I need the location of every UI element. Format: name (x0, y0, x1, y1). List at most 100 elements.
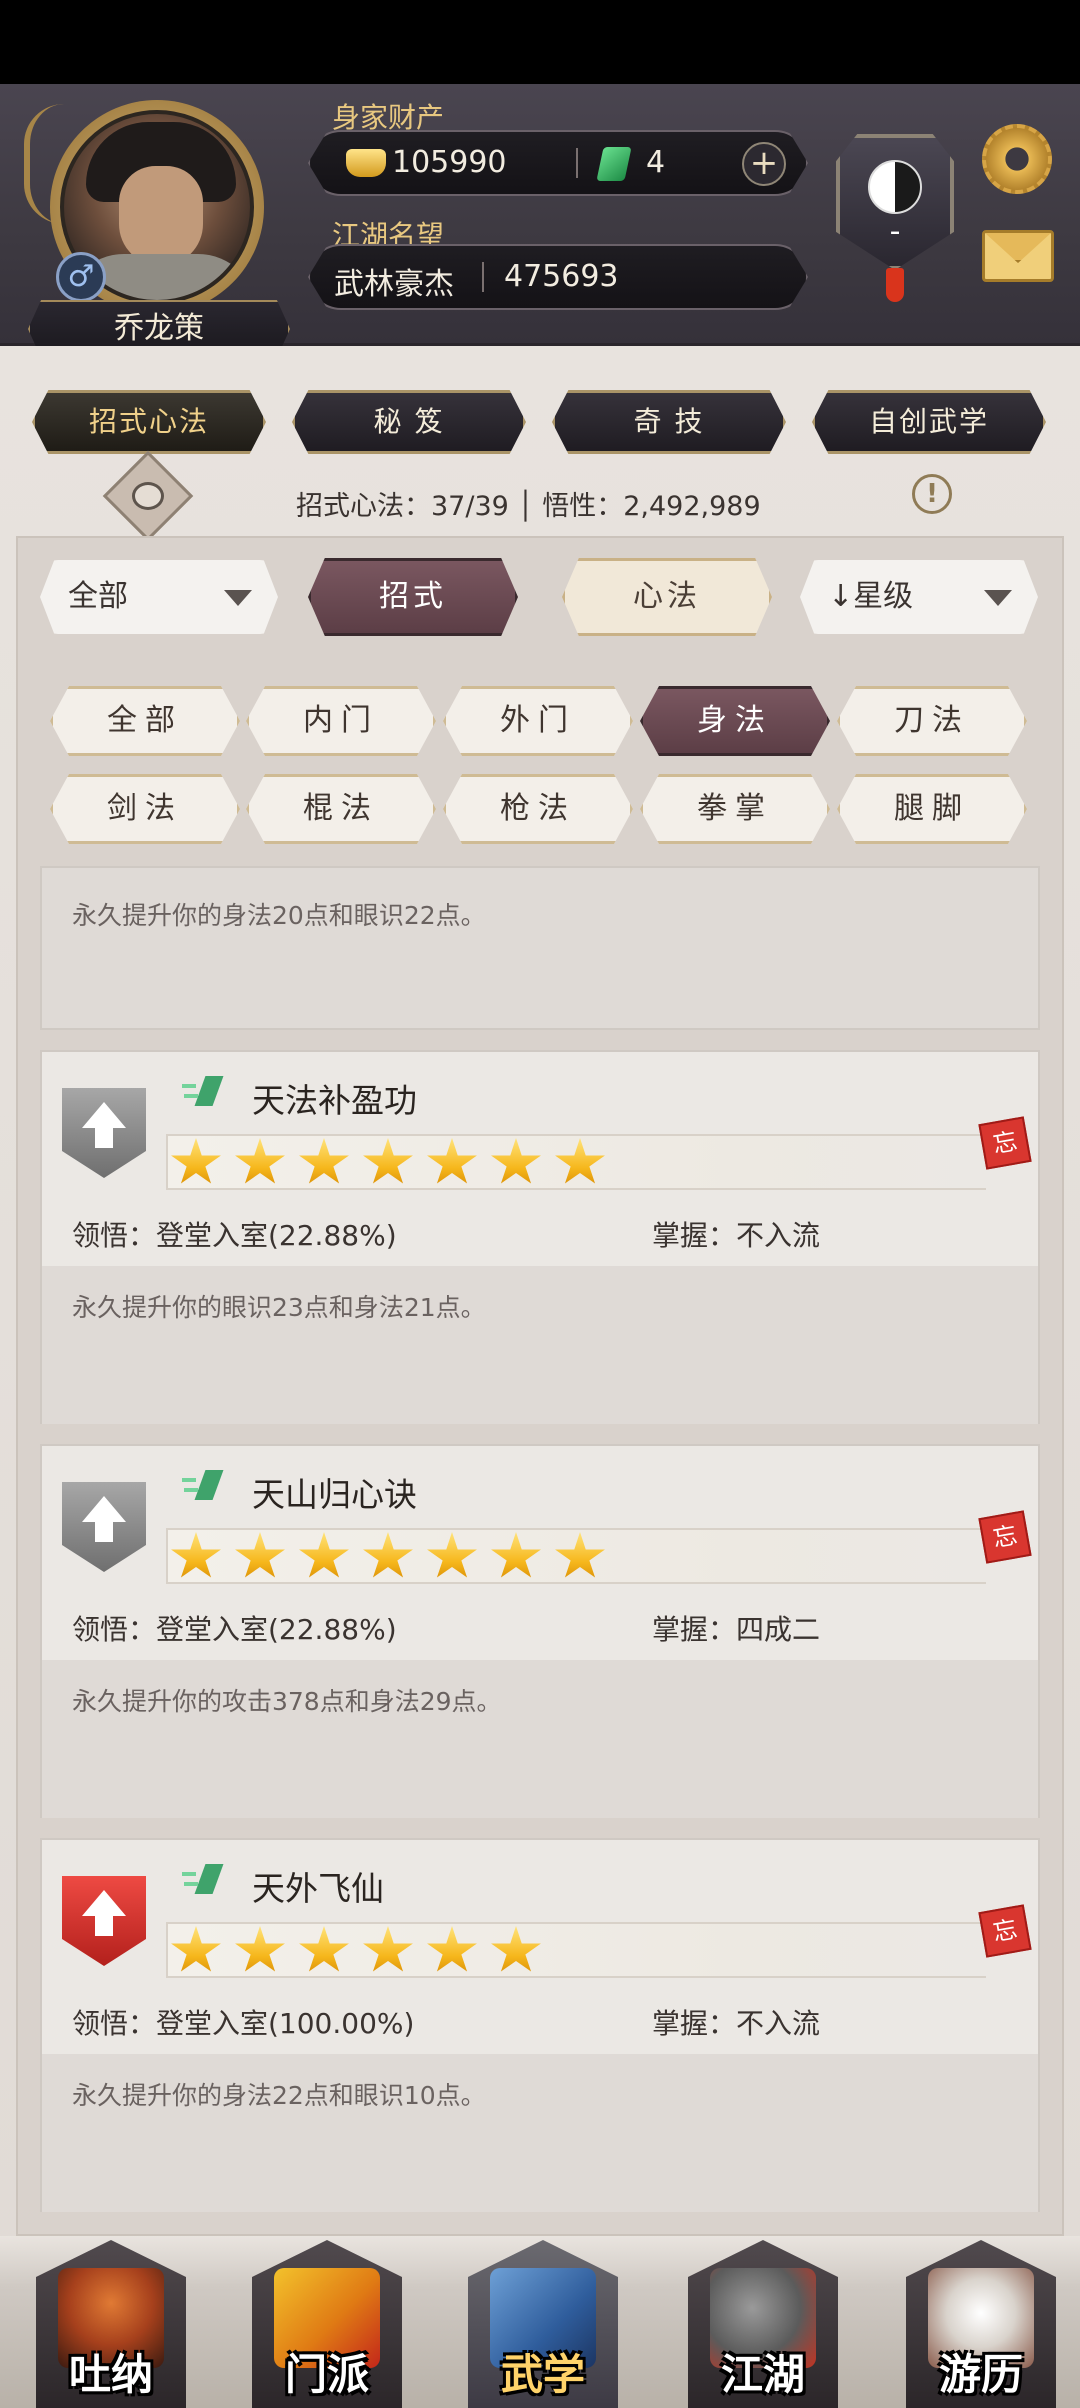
category-dropdown[interactable]: 全部 (40, 560, 278, 634)
skill-description: 永久提升你的眼识23点和身法21点。 (72, 1293, 486, 1322)
movement-skill-icon (182, 1470, 224, 1500)
boot-shape (194, 1864, 224, 1894)
arrow-up-icon (82, 1890, 126, 1916)
skill-stats: 招式心法：37/39 │ 悟性：2,492,989 (296, 491, 761, 522)
star-icon (363, 1138, 413, 1184)
star-icon (491, 1138, 541, 1184)
skill-description: 永久提升你的身法22点和眼识10点。 (72, 2081, 486, 2110)
arrow-stem (95, 1522, 113, 1542)
mastery-level: 掌握：不入流 (652, 2007, 821, 2040)
yin-yang-icon (868, 160, 922, 214)
comprehension-level: 领悟：登堂入室(22.88%) (72, 1613, 397, 1646)
chip-all[interactable]: 全部 (50, 686, 240, 756)
speed-line (184, 1094, 198, 1098)
star-icon (299, 1138, 349, 1184)
speed-line (184, 1882, 198, 1886)
star-icon (427, 1532, 477, 1578)
tab-secret-books[interactable]: 秘 笈 (292, 390, 526, 454)
nav-travel[interactable]: 游历 (906, 2240, 1056, 2408)
boot-shape (194, 1076, 224, 1106)
chip-spear[interactable]: 枪法 (443, 774, 633, 844)
forget-seal-icon[interactable]: 忘 (978, 1510, 1032, 1564)
star-icon (555, 1138, 605, 1184)
add-currency-button[interactable]: + (742, 142, 786, 186)
speed-line (184, 1488, 198, 1492)
movement-skill-icon (182, 1864, 224, 1894)
description-area: 永久提升你的身法22点和眼识10点。 (42, 2054, 1038, 2212)
chip-leg[interactable]: 腿脚 (837, 774, 1027, 844)
tab-moves-mind[interactable]: 招式心法 (32, 390, 266, 454)
skill-name: 天外飞仙 (252, 1869, 384, 1908)
tab-special-skills[interactable]: 奇 技 (552, 390, 786, 454)
chip-fist-palm[interactable]: 拳掌 (640, 774, 830, 844)
arrow-stem (95, 1128, 113, 1148)
nav-breathing[interactable]: 吐纳 (36, 2240, 186, 2408)
segment-mind-methods[interactable]: 心法 (562, 558, 772, 636)
sort-dropdown[interactable]: ↓星级 (800, 560, 1038, 634)
arrow-up-icon (82, 1102, 126, 1128)
star-icon (491, 1926, 541, 1972)
star-icon (235, 1138, 285, 1184)
forget-seal-icon[interactable]: 忘 (978, 1904, 1032, 1958)
tab-custom-martial-arts[interactable]: 自创武学 (812, 390, 1046, 454)
comprehension-level: 领悟：登堂入室(100.00%) (72, 2007, 415, 2040)
sort-dropdown-value: ↓星级 (828, 579, 914, 614)
nav-martial-arts[interactable]: 武学 (468, 2240, 618, 2408)
nav-sect[interactable]: 门派 (252, 2240, 402, 2408)
skill-description: 永久提升你的攻击378点和身法29点。 (72, 1687, 502, 1716)
comprehension-level: 领悟：登堂入室(22.88%) (72, 1219, 397, 1252)
grade-shield-icon (62, 1876, 146, 1966)
movement-skill-icon (182, 1076, 224, 1106)
skill-card[interactable]: 永久提升你的身法20点和眼识22点。 (40, 866, 1040, 1030)
nav-label: 江湖 (720, 2350, 805, 2399)
star-rating (166, 1528, 986, 1584)
nav-label: 武学 (500, 2350, 585, 2399)
forget-seal-icon[interactable]: 忘 (978, 1116, 1032, 1170)
skill-card[interactable]: 天法补盈功 忘 领悟：登堂入室(22.88%) 掌握：不入流 永久提升你的眼识2… (40, 1050, 1040, 1424)
chevron-down-icon (224, 590, 252, 606)
gold-amount: 105990 (392, 145, 507, 180)
speed-line (182, 1872, 196, 1876)
description-area: 永久提升你的攻击378点和身法29点。 (42, 1660, 1038, 1818)
chip-sword[interactable]: 剑法 (50, 774, 240, 844)
chip-staff[interactable]: 棍法 (246, 774, 436, 844)
nav-label: 门派 (284, 2350, 369, 2399)
star-icon (491, 1532, 541, 1578)
star-rating (166, 1134, 986, 1190)
fame-value: 475693 (504, 259, 619, 294)
star-icon (299, 1532, 349, 1578)
star-icon (171, 1926, 221, 1972)
description-area: 永久提升你的眼识23点和身法21点。 (42, 1266, 1038, 1424)
eye-icon (132, 482, 164, 510)
rank-value: - (889, 214, 901, 249)
boot-shape (194, 1470, 224, 1500)
skill-description: 永久提升你的身法20点和眼识22点。 (72, 901, 486, 930)
nav-jianghu[interactable]: 江湖 (688, 2240, 838, 2408)
star-icon (363, 1926, 413, 1972)
male-gender-icon: ♂ (56, 252, 106, 302)
star-icon (555, 1532, 605, 1578)
mastery-level: 掌握：四成二 (652, 1613, 821, 1646)
skill-card[interactable]: 天外飞仙 忘 领悟：登堂入室(100.00%) 掌握：不入流 永久提升你的身法2… (40, 1838, 1040, 2212)
grade-shield-icon (62, 1482, 146, 1572)
chip-inner-school[interactable]: 内门 (246, 686, 436, 756)
chip-outer-school[interactable]: 外门 (443, 686, 633, 756)
segment-moves[interactable]: 招式 (308, 558, 518, 636)
skill-name: 天法补盈功 (252, 1081, 417, 1120)
star-icon (235, 1532, 285, 1578)
grade-shield-icon (62, 1088, 146, 1178)
star-icon (427, 1926, 477, 1972)
star-icon (299, 1926, 349, 1972)
jade-amount: 4 (646, 145, 666, 180)
fame-title: 武林豪杰 (334, 267, 454, 302)
chip-saber[interactable]: 刀法 (837, 686, 1027, 756)
nav-label: 吐纳 (68, 2350, 153, 2399)
chip-movement[interactable]: 身法 (640, 686, 830, 756)
star-icon (427, 1138, 477, 1184)
skill-name: 天山归心诀 (252, 1475, 417, 1514)
gear-icon[interactable] (982, 124, 1052, 194)
info-icon[interactable]: ! (912, 474, 952, 514)
skill-card[interactable]: 天山归心诀 忘 领悟：登堂入室(22.88%) 掌握：四成二 永久提升你的攻击3… (40, 1444, 1040, 1818)
tassel-ornament (886, 268, 904, 302)
status-bar (0, 0, 1080, 84)
